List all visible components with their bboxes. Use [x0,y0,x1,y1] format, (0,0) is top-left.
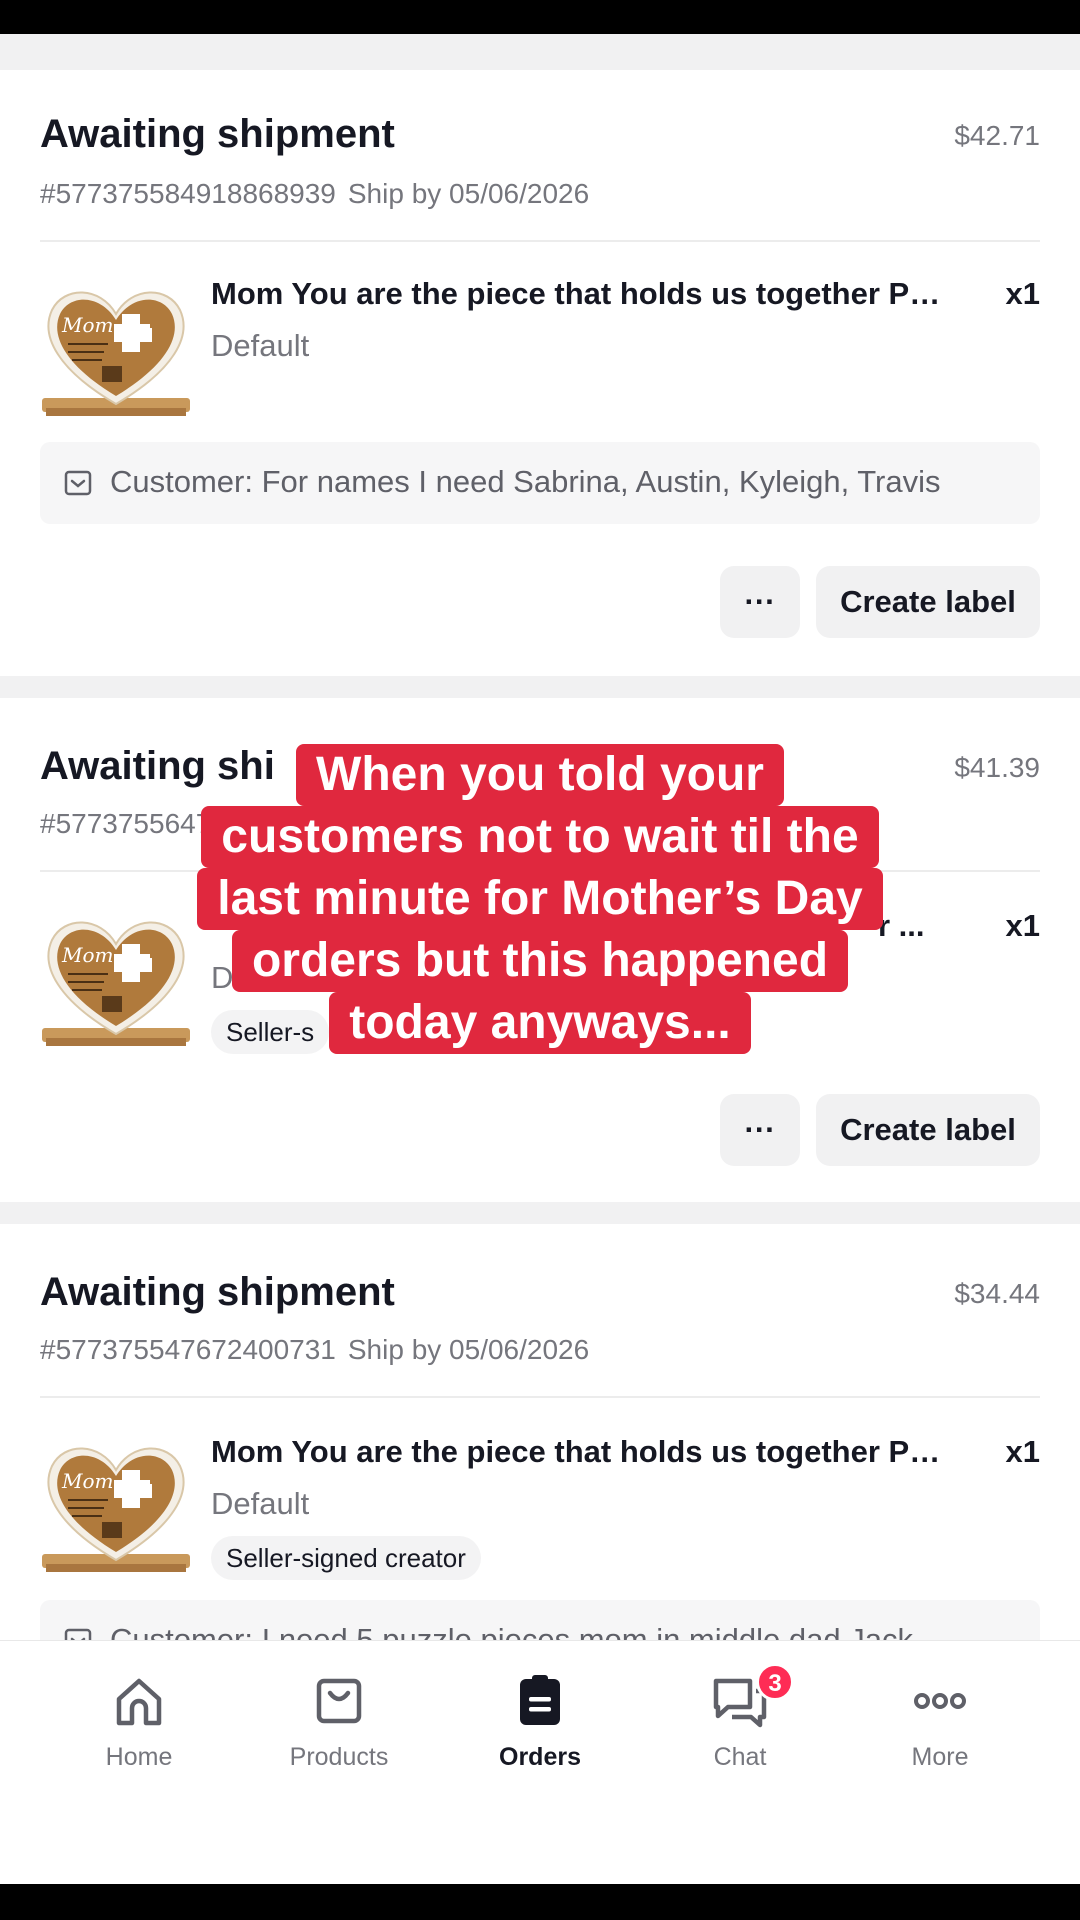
order-meta: #577375547672400731 Ship by 05/06/2026 [40,1334,589,1366]
page-gap [0,34,1080,70]
order-id[interactable]: #577375547672400731 [40,1334,336,1365]
order-price: $34.44 [954,1278,1040,1309]
card-gap [0,676,1080,698]
caption-line: last minute for Mother’s Day [197,868,883,930]
nav-label: Orders [499,1743,581,1771]
order-card[interactable]: Awaiting shipment $34.44 #57737554767240… [0,1224,1080,1640]
bottom-nav: Home Products Orders 3 Chat More [0,1640,1080,1885]
seller-signed-tag: Seller-signed creator [211,1536,481,1580]
message-box-icon [64,1628,92,1640]
product-thumbnail[interactable] [38,1436,194,1576]
customer-note-text: Customer: For names I need Sabrina, Aust… [110,464,941,499]
clipboard-icon [520,1675,560,1725]
order-status: Awaiting shipment [40,1270,395,1314]
nav-orders[interactable]: Orders [440,1671,640,1772]
ship-by-date: Ship by 05/06/2026 [347,178,590,209]
create-label-button[interactable]: Create label [816,566,1040,638]
divider [40,240,1040,242]
more-options-button[interactable]: ··· [720,566,800,638]
nav-label: Products [289,1743,389,1771]
more-dots-icon [914,1693,966,1709]
message-box-icon [64,470,92,496]
caption-line: customers not to wait til the [201,806,879,868]
ship-by-date: Ship by 05/06/2026 [347,1334,590,1365]
divider [40,1396,1040,1398]
product-variant: Default [211,328,310,363]
product-quantity: x1 [1005,1434,1040,1469]
order-id[interactable]: #577375584918868939 [40,178,336,209]
nav-label: Chat [713,1743,767,1771]
caption-line: When you told your [296,744,784,806]
customer-note-text: Customer: I need 5 puzzle pieces mom in … [110,1622,913,1640]
status-bar [0,0,1080,34]
product-name[interactable]: Mom You are the piece that holds us toge… [211,276,951,312]
unread-badge: 3 [756,1663,794,1701]
order-status: Awaiting shipment [40,112,395,156]
nav-home[interactable]: Home [39,1671,239,1772]
customer-note: Customer: I need 5 puzzle pieces mom in … [40,1600,1040,1640]
card-gap [0,1202,1080,1224]
customer-note: Customer: For names I need Sabrina, Aust… [40,442,1040,524]
order-price: $42.71 [954,120,1040,151]
more-options-button[interactable]: ··· [720,1094,800,1166]
nav-products[interactable]: Products [239,1671,439,1772]
shopping-bag-icon [316,1678,362,1724]
nav-label: Home [105,1743,173,1771]
home-icon [116,1678,162,1726]
order-card[interactable]: Awaiting shipment $42.71 #57737558491886… [0,70,1080,676]
caption-line: orders but this happened [231,930,849,992]
nav-chat[interactable]: 3 Chat [640,1663,840,1772]
nav-more[interactable]: More [840,1671,1040,1772]
product-name[interactable]: Mom You are the piece that holds us toge… [211,1434,951,1470]
create-label-button[interactable]: Create label [816,1094,1040,1166]
nav-label: More [911,1743,969,1771]
home-indicator-bar [0,1884,1080,1920]
order-meta: #577375584918868939 Ship by 05/06/2026 [40,178,589,210]
product-thumbnail[interactable] [38,280,194,420]
product-variant: Default [211,1486,310,1521]
caption-line: today anyways... [329,992,751,1054]
product-quantity: x1 [1005,276,1040,311]
video-caption: When you told your customers not to wait… [0,744,1080,1054]
